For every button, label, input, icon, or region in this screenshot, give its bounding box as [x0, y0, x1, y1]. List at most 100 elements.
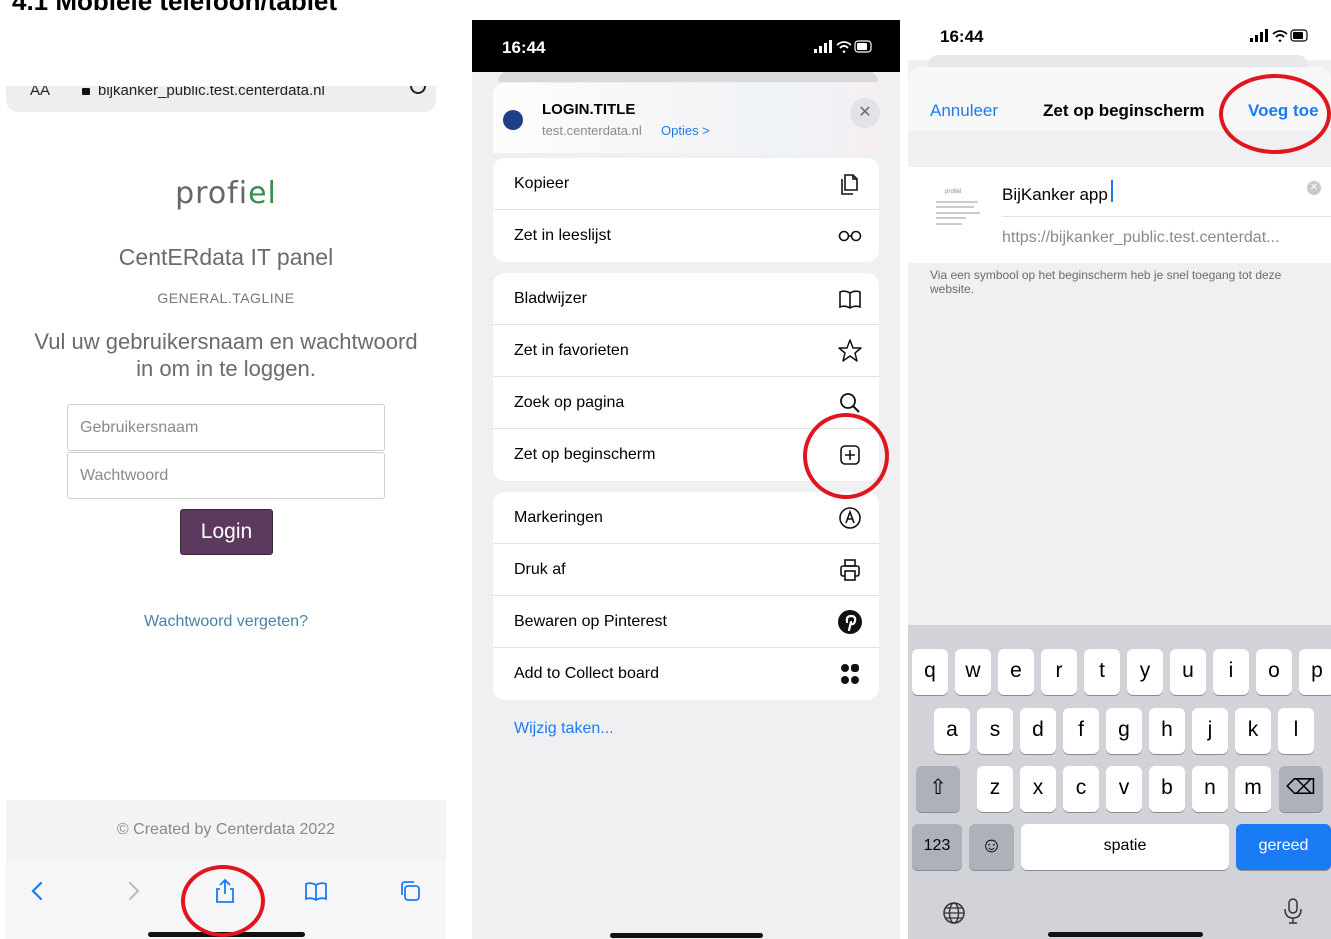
sheet-backdrop [498, 72, 878, 82]
space-key[interactable]: spatie [1021, 824, 1229, 870]
microphone-icon[interactable] [1281, 897, 1305, 925]
key-k[interactable]: k [1235, 708, 1271, 754]
shortcut-name-field[interactable] [1002, 182, 1302, 208]
star-icon [838, 339, 862, 362]
forgot-password-link[interactable]: Wachtwoord vergeten? [6, 613, 446, 631]
share-title: LOGIN.TITLE [542, 101, 636, 118]
share-icon[interactable] [212, 878, 238, 904]
tagline: GENERAL.TAGLINE [157, 290, 295, 306]
login-button[interactable]: Login [180, 509, 273, 555]
key-y[interactable]: y [1127, 649, 1163, 695]
address-bar[interactable]: AA bijkanker_public.test.centerdata.nl [6, 86, 436, 112]
password-field[interactable] [67, 452, 385, 499]
key-x[interactable]: x [1020, 766, 1056, 812]
action-collect-board[interactable]: Add to Collect board [493, 648, 879, 700]
key-n[interactable]: n [1192, 766, 1228, 812]
action-print[interactable]: Druk af [493, 544, 879, 596]
logo-part-2: el [248, 176, 277, 211]
close-button[interactable]: ✕ [850, 98, 880, 128]
emoji-key[interactable]: ☺ [969, 824, 1014, 870]
action-label: Markeringen [514, 509, 603, 526]
action-label: Zet op beginscherm [514, 446, 656, 463]
numbers-key[interactable]: 123 [912, 824, 962, 870]
document-heading: 4.1 Mobiele telefoon/tablet [12, 0, 338, 16]
add-square-icon [840, 445, 860, 465]
edit-actions-link[interactable]: Wijzig taken... [514, 720, 614, 738]
key-z[interactable]: z [977, 766, 1013, 812]
key-m[interactable]: m [1235, 766, 1271, 812]
action-bookmark[interactable]: Bladwijzer [493, 273, 879, 325]
backspace-key[interactable]: ⌫ [1279, 766, 1323, 812]
action-label: Zet in favorieten [514, 342, 629, 359]
key-s[interactable]: s [977, 708, 1013, 754]
magnifier-icon [840, 393, 860, 413]
add-to-home-screen: 16:44 Annuleer Zet op beginscherm Voeg t… [908, 10, 1331, 939]
action-reading-list[interactable]: Zet in leeslijst [493, 210, 879, 262]
clear-text-icon[interactable]: ✕ [1307, 181, 1321, 195]
action-add-to-home-screen[interactable]: Zet op beginscherm [493, 429, 879, 481]
hint-text: Via een symbool op het beginscherm heb j… [930, 268, 1282, 296]
home-indicator [1048, 932, 1203, 937]
key-h[interactable]: h [1149, 708, 1185, 754]
action-group-1: Kopieer Zet in leeslijst [493, 158, 879, 262]
key-g[interactable]: g [1106, 708, 1142, 754]
action-group-2: Bladwijzer Zet in favorieten Zoek op pag… [493, 273, 879, 481]
address-url[interactable]: bijkanker_public.test.centerdata.nl [98, 86, 325, 99]
key-q[interactable]: q [912, 649, 948, 695]
action-label: Kopieer [514, 175, 570, 192]
text-size-button[interactable]: AA [30, 86, 50, 99]
browser-toolbar [6, 860, 446, 939]
key-d[interactable]: d [1020, 708, 1056, 754]
options-link[interactable]: Opties > [661, 123, 710, 138]
action-pinterest[interactable]: Bewaren op Pinterest [493, 596, 879, 648]
nav-title: Zet op beginscherm [1043, 101, 1205, 120]
key-c[interactable]: c [1063, 766, 1099, 812]
key-j[interactable]: j [1192, 708, 1228, 754]
key-b[interactable]: b [1149, 766, 1185, 812]
shift-key[interactable]: ⇧ [916, 766, 960, 812]
key-e[interactable]: e [998, 649, 1034, 695]
key-o[interactable]: o [1256, 649, 1292, 695]
action-copy[interactable]: Kopieer [493, 158, 879, 210]
page-footer: © Created by Centerdata 2022 [6, 800, 446, 860]
done-key[interactable]: gereed [1236, 824, 1331, 870]
status-icons [814, 40, 872, 54]
action-label: Zet in leeslijst [514, 227, 611, 244]
status-icons [1250, 29, 1308, 43]
action-label: Add to Collect board [514, 665, 659, 682]
site-logo: profiel [6, 176, 446, 211]
divider [1002, 216, 1331, 217]
key-i[interactable]: i [1213, 649, 1249, 695]
key-f[interactable]: f [1063, 708, 1099, 754]
key-u[interactable]: u [1170, 649, 1206, 695]
brand-name: CentERdata IT panel [118, 244, 334, 270]
action-find-on-page[interactable]: Zoek op pagina [493, 377, 879, 429]
action-label: Bewaren op Pinterest [514, 613, 667, 630]
bookmarks-icon[interactable] [303, 878, 329, 904]
key-t[interactable]: t [1084, 649, 1120, 695]
key-l[interactable]: l [1278, 708, 1314, 754]
site-favicon-icon [503, 110, 523, 130]
key-p[interactable]: p [1299, 649, 1331, 695]
username-field[interactable] [67, 404, 385, 451]
thumbnail-logo: profiel [945, 189, 962, 195]
key-w[interactable]: w [955, 649, 991, 695]
forward-icon[interactable] [120, 878, 146, 904]
action-favorites[interactable]: Zet in favorieten [493, 325, 879, 377]
reload-icon[interactable] [410, 86, 426, 94]
key-v[interactable]: v [1106, 766, 1142, 812]
cancel-button[interactable]: Annuleer [930, 101, 998, 121]
key-r[interactable]: r [1041, 649, 1077, 695]
globe-icon[interactable] [941, 900, 967, 926]
copy-icon [841, 174, 858, 195]
keyboard: ⇧ ⌫ 123 ☺ spatie gereed qwertyuiop asdfgh… [908, 625, 1331, 939]
action-markup[interactable]: Markeringen [493, 492, 879, 544]
back-icon[interactable] [25, 878, 51, 904]
add-button[interactable]: Voeg toe [1248, 101, 1319, 121]
login-instruction: Vul uw gebruikersnaam en wachtwoord in o… [34, 329, 418, 381]
book-icon [839, 290, 861, 309]
glasses-icon [838, 230, 862, 242]
status-bar: 16:44 [472, 20, 900, 72]
tabs-icon[interactable] [397, 878, 423, 904]
key-a[interactable]: a [934, 708, 970, 754]
